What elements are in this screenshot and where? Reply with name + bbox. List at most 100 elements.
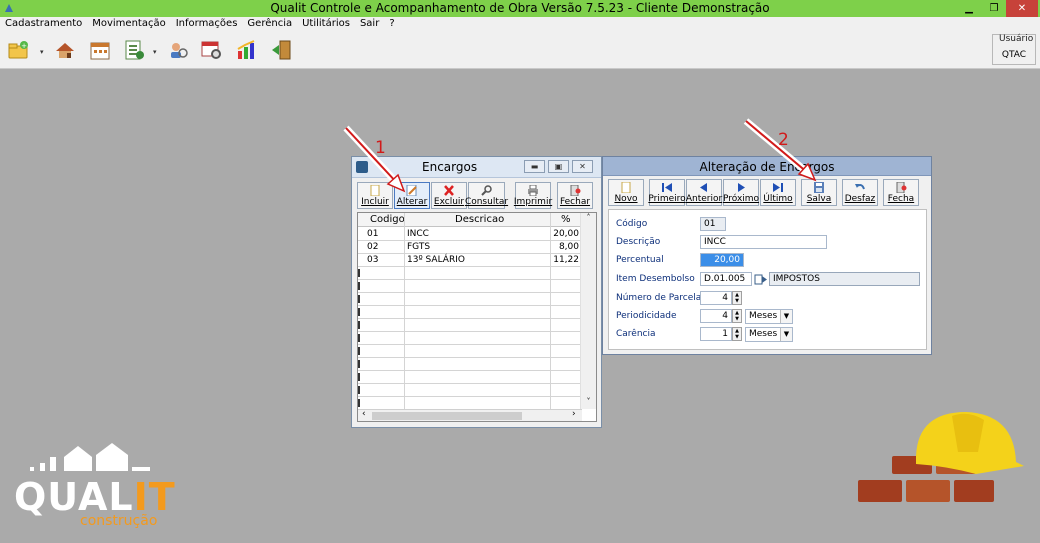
edit-icon: [406, 185, 417, 196]
salva-button[interactable]: Salva: [801, 179, 837, 206]
parcelas-field[interactable]: 4: [700, 291, 732, 305]
alteracao-window: Alteração de Encargos Novo Primeiro Ante…: [602, 156, 932, 355]
codigo-field[interactable]: 01: [700, 217, 726, 231]
minimize-button[interactable]: ▁: [956, 0, 982, 17]
parcelas-label: Número de Parcelas: [616, 293, 706, 303]
main-toolbar: + ▾ ▾ Usuário QTAC: [0, 31, 1040, 69]
exit-door-icon: [272, 40, 291, 60]
vertical-scrollbar[interactable]: ˄ ˅: [580, 213, 596, 409]
maximize-button[interactable]: ❐: [982, 0, 1006, 17]
periodicidade-stepper[interactable]: ▲ ▼: [732, 309, 742, 323]
close-button[interactable]: ✕: [1006, 0, 1038, 17]
undo-icon: [855, 184, 865, 190]
carencia-stepper[interactable]: ▲ ▼: [732, 327, 742, 341]
parcelas-stepper[interactable]: ▲ ▼: [732, 291, 742, 305]
lookup-icon[interactable]: [754, 273, 768, 286]
user-panel: Usuário QTAC: [992, 34, 1036, 65]
table-row[interactable]: 02 FGTS 8,00: [358, 241, 581, 254]
percentual-field[interactable]: 20,00: [700, 253, 744, 267]
novo-button[interactable]: Novo: [608, 179, 644, 206]
imprimir-button[interactable]: Imprimir: [514, 182, 552, 209]
consultar-button[interactable]: Consultar: [465, 182, 508, 209]
fechar-button[interactable]: Fechar: [557, 182, 593, 209]
construction-button[interactable]: [52, 37, 78, 63]
novo-label: Novo: [614, 194, 638, 204]
carencia-unit-select[interactable]: Meses ▼: [745, 327, 793, 342]
menu-help[interactable]: ?: [384, 17, 399, 31]
proximo-label: Próximo: [722, 194, 760, 204]
chart-button[interactable]: [234, 37, 260, 63]
header-percent[interactable]: %: [561, 214, 571, 225]
alteracao-form: Código 01 Descrição INCC Percentual 20,0…: [608, 209, 927, 350]
fecha-button[interactable]: Fecha: [883, 179, 919, 206]
window-icon: [356, 161, 368, 173]
minimize-icon[interactable]: ▬: [524, 160, 545, 173]
desfaz-button[interactable]: Desfaz: [842, 179, 878, 206]
menu-cadastramento[interactable]: Cadastramento: [0, 17, 87, 31]
house-tools-icon: [56, 43, 74, 58]
primeiro-label: Primeiro: [648, 194, 686, 204]
menu-utilitarios[interactable]: Utilitários: [297, 17, 355, 31]
item-desembolso-code-field[interactable]: D.01.005: [700, 272, 752, 286]
horizontal-scrollbar[interactable]: ‹ ›: [358, 409, 582, 421]
svg-text:+: +: [21, 42, 27, 50]
alteracao-title: Alteração de Encargos: [699, 160, 835, 174]
last-record-icon: [773, 183, 783, 192]
first-record-icon: [662, 183, 672, 192]
report-button[interactable]: [121, 37, 147, 63]
ultimo-label: Último: [763, 194, 793, 204]
cell-percent: 8,00: [558, 242, 579, 252]
close-icon[interactable]: ✕: [572, 160, 593, 173]
menu-informacoes[interactable]: Informações: [171, 17, 243, 31]
proximo-button[interactable]: Próximo: [723, 179, 759, 206]
table-row[interactable]: 03 13º SALÁRIO 11,22: [358, 254, 581, 267]
alterar-label: Alterar: [396, 197, 428, 207]
new-file-icon: [370, 185, 380, 196]
calendar-button[interactable]: [87, 37, 113, 63]
periodicidade-unit-select[interactable]: Meses ▼: [745, 309, 793, 324]
cell-percent: 20,00: [553, 229, 579, 239]
cell-codigo: 03: [367, 255, 379, 265]
next-record-icon: [738, 183, 745, 192]
scroll-up-icon[interactable]: ˄: [581, 213, 596, 223]
primeiro-button[interactable]: Primeiro: [648, 179, 686, 206]
spreadsheet-icon: [125, 40, 144, 60]
menu-movimentacao[interactable]: Movimentação: [87, 17, 170, 31]
chevron-down-icon[interactable]: ▼: [780, 328, 792, 341]
header-codigo[interactable]: Codigo: [370, 214, 405, 225]
dropdown-arrow-icon[interactable]: ▾: [40, 49, 46, 56]
new-document-button[interactable]: +: [6, 37, 32, 63]
delete-icon: [444, 185, 454, 196]
people-search-icon: [171, 43, 188, 58]
dropdown-arrow-icon[interactable]: ▾: [153, 49, 159, 56]
alterar-button[interactable]: Alterar: [394, 182, 430, 209]
restore-icon[interactable]: ▣: [548, 160, 569, 173]
carencia-field[interactable]: 1: [700, 327, 732, 341]
alteracao-title-bar: Alteração de Encargos: [603, 157, 931, 176]
scroll-down-icon[interactable]: ˅: [581, 397, 596, 407]
fechar-label: Fechar: [559, 197, 591, 207]
table-row[interactable]: 01 INCC 20,00: [358, 228, 581, 241]
scroll-thumb[interactable]: [372, 412, 522, 420]
incluir-button[interactable]: Incluir: [357, 182, 393, 209]
schedule-button[interactable]: [199, 37, 225, 63]
cell-descricao: 13º SALÁRIO: [407, 255, 465, 265]
incluir-label: Incluir: [361, 197, 389, 207]
anterior-button[interactable]: Anterior: [686, 179, 722, 206]
chevron-down-icon[interactable]: ▼: [780, 310, 792, 323]
periodicidade-field[interactable]: 4: [700, 309, 732, 323]
printer-icon: [528, 185, 538, 196]
excluir-button[interactable]: Excluir: [431, 182, 467, 209]
scroll-right-icon[interactable]: ›: [572, 409, 576, 419]
scroll-left-icon[interactable]: ‹: [362, 409, 366, 419]
people-button[interactable]: [165, 37, 191, 63]
menu-sair[interactable]: Sair: [355, 17, 384, 31]
header-descricao[interactable]: Descricao: [455, 214, 504, 225]
descricao-field[interactable]: INCC: [700, 235, 827, 249]
descricao-label: Descrição: [616, 237, 661, 247]
menu-gerencia[interactable]: Gerência: [242, 17, 297, 31]
exit-button[interactable]: [269, 37, 295, 63]
user-value: QTAC: [1001, 50, 1027, 60]
alteracao-toolbar: Novo Primeiro Anterior Próximo Último Sa…: [608, 179, 920, 206]
ultimo-button[interactable]: Último: [760, 179, 796, 206]
